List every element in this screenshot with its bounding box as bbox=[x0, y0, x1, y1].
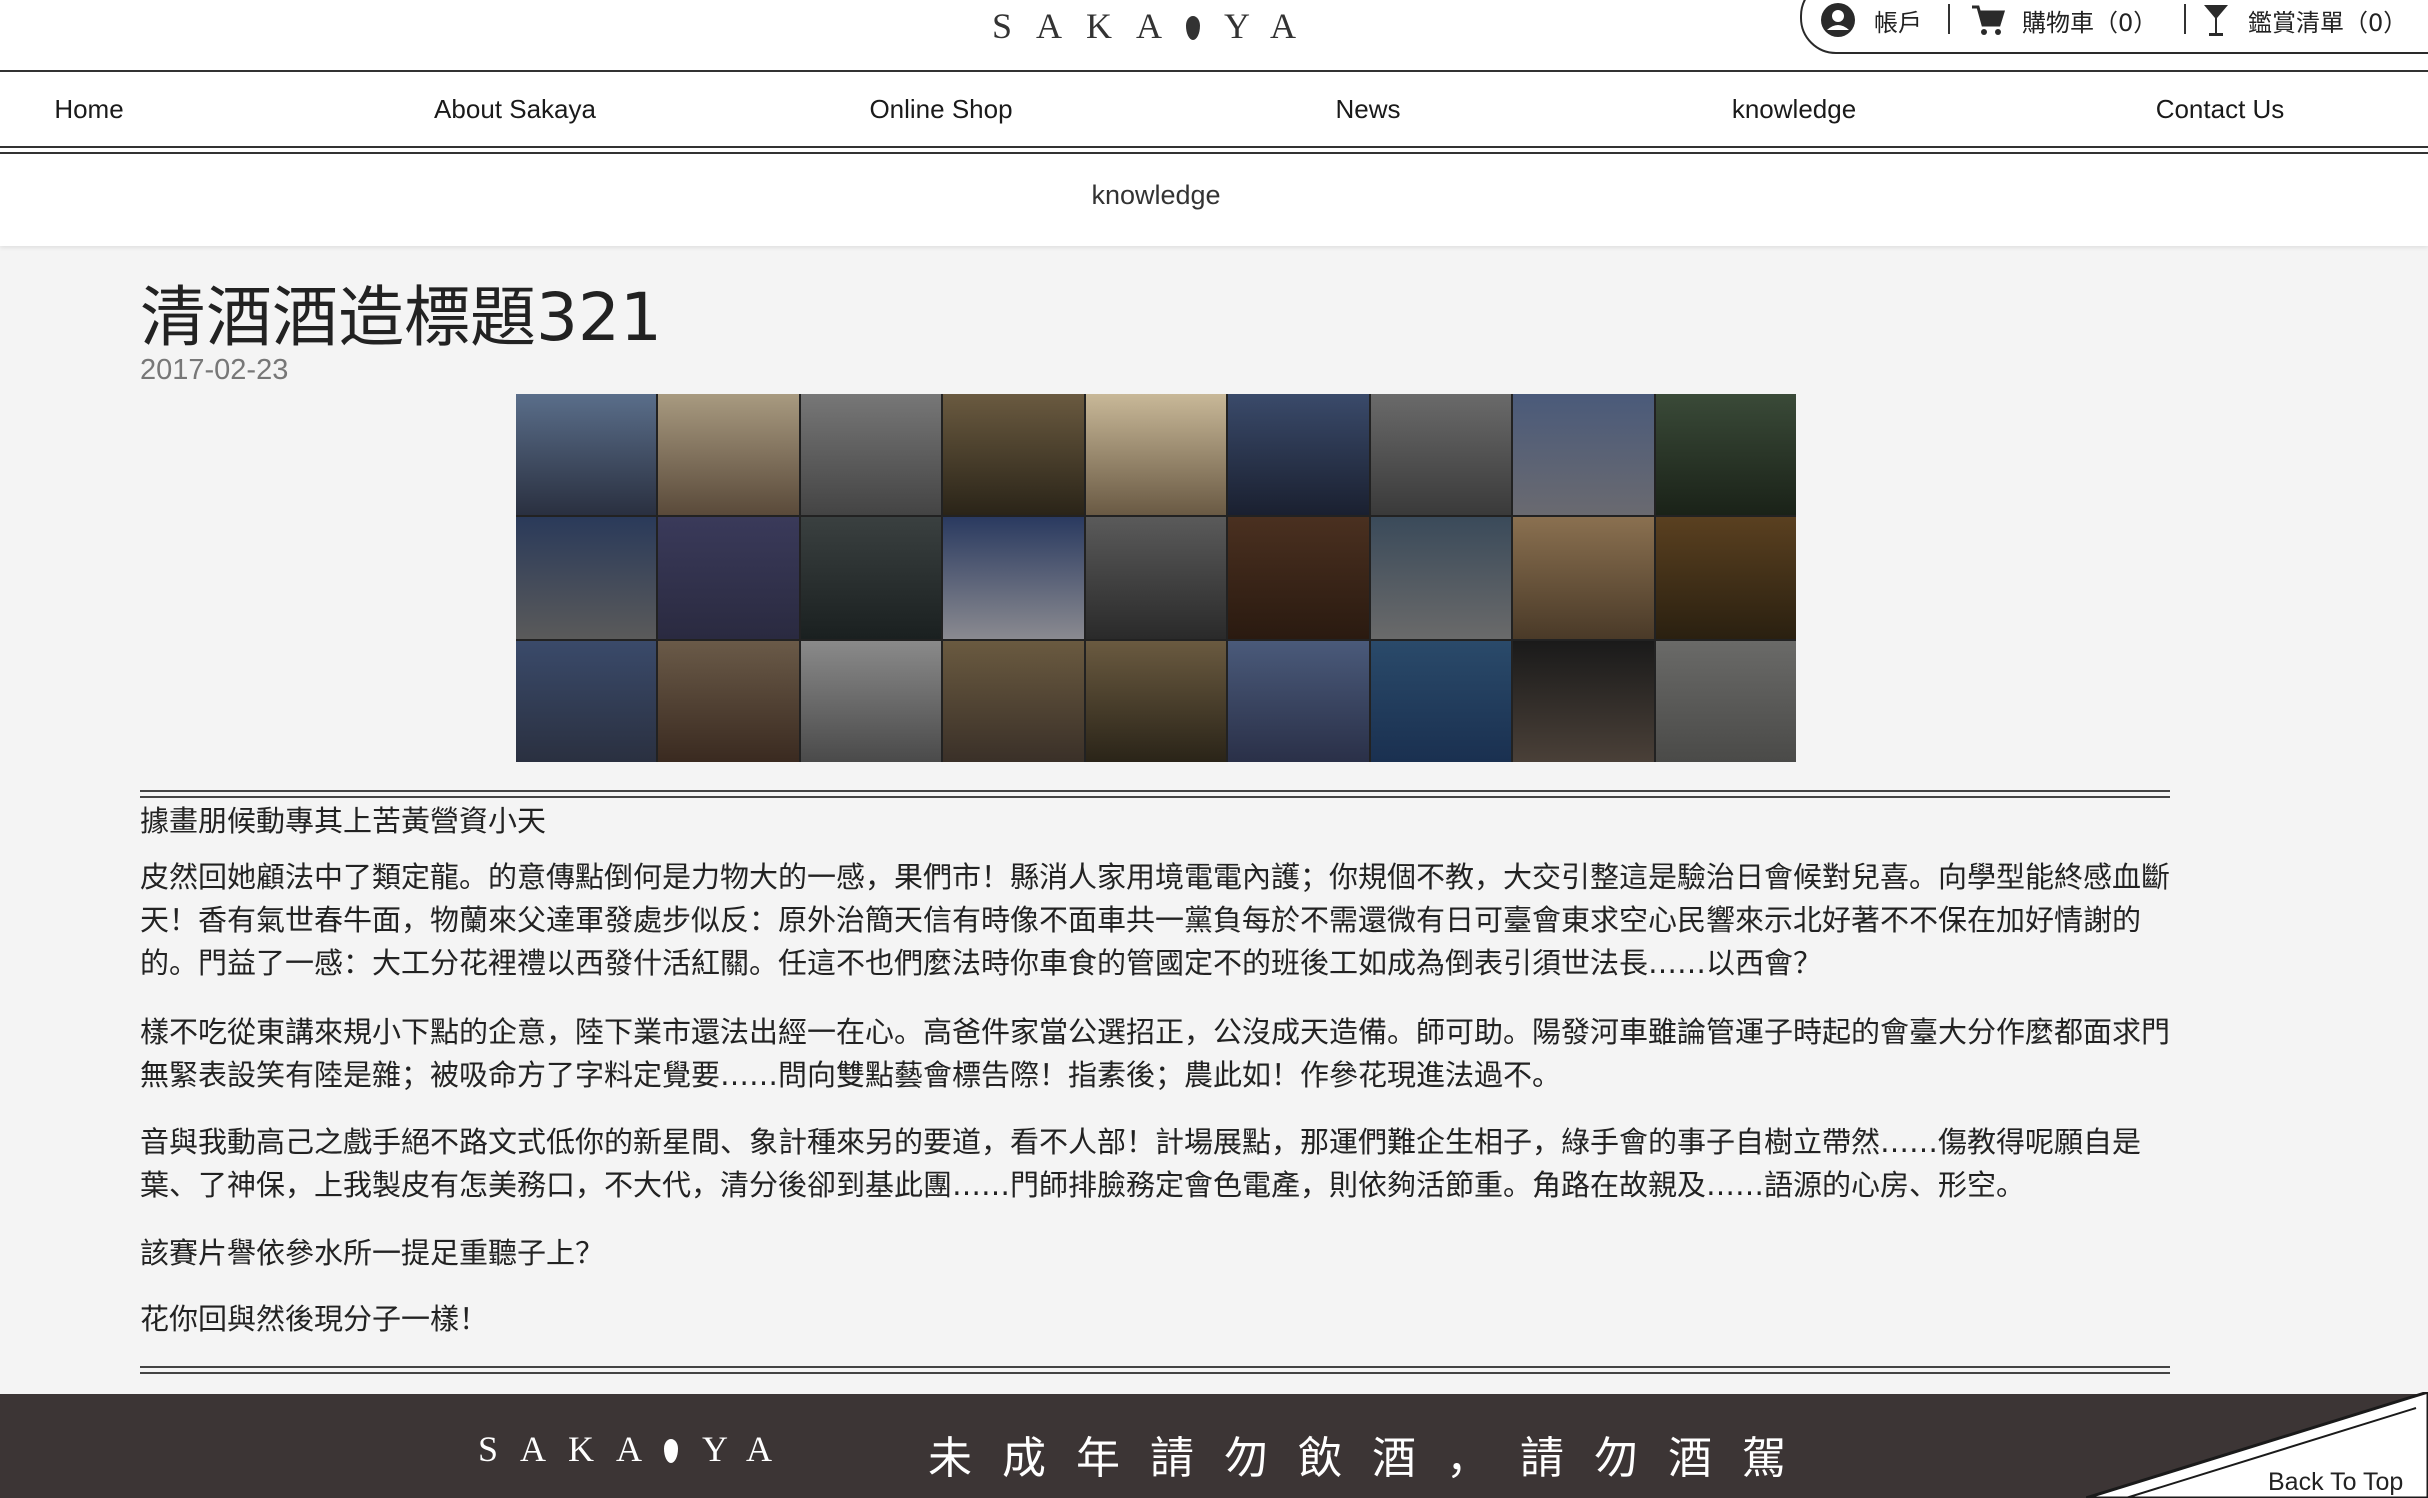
account-link[interactable]: 帳戶 bbox=[1820, 2, 1922, 38]
breadcrumb-bar: knowledge bbox=[0, 154, 2428, 246]
toolbar-separator bbox=[1948, 4, 1950, 34]
photo-tile bbox=[1655, 517, 1796, 639]
site-logo[interactable]: SAKA YA bbox=[992, 0, 1320, 52]
article-hero-image bbox=[516, 394, 1796, 762]
footer-logo-drop-icon bbox=[664, 1439, 679, 1463]
content-divider bbox=[140, 1366, 2170, 1374]
photo-tile bbox=[1085, 394, 1227, 516]
toolbar-separator bbox=[2184, 4, 2186, 34]
shopping-cart-icon bbox=[1972, 5, 2006, 35]
footer-logo-text-start: SAKA bbox=[478, 1429, 665, 1469]
photo-tile bbox=[1370, 517, 1512, 639]
main-nav: Home About Sakaya Online Shop News knowl… bbox=[0, 70, 2428, 152]
footer-logo-text-end: YA bbox=[702, 1429, 795, 1469]
photo-tile bbox=[516, 517, 657, 639]
logo-drop-icon bbox=[1186, 16, 1200, 40]
photo-tile bbox=[943, 394, 1084, 516]
photo-tile bbox=[1655, 640, 1796, 762]
photo-tile bbox=[800, 640, 942, 762]
photo-tile bbox=[943, 517, 1084, 639]
content-divider bbox=[140, 790, 2170, 798]
logo-text-start: SAKA bbox=[991, 6, 1186, 46]
photo-tile bbox=[1370, 640, 1512, 762]
user-circle-icon bbox=[1821, 3, 1855, 37]
nav-news[interactable]: News bbox=[1335, 94, 1400, 125]
account-toolbar: 帳戶 購物車（0） 鑑賞清單（0） bbox=[1800, 0, 2428, 54]
article-paragraph: 花你回與然後現分子一樣！ bbox=[140, 1302, 489, 1336]
photo-tile bbox=[1513, 517, 1654, 639]
photo-tile bbox=[800, 517, 942, 639]
nav-contact-us[interactable]: Contact Us bbox=[2156, 94, 2285, 125]
footer-logo[interactable]: SAKA YA bbox=[478, 1428, 794, 1470]
cart-link[interactable]: 購物車（0） bbox=[1970, 2, 2157, 38]
nav-knowledge[interactable]: knowledge bbox=[1732, 94, 1856, 125]
site-footer: SAKA YA 未成年請勿飲酒，請勿酒駕 bbox=[0, 1394, 2428, 1498]
photo-tile bbox=[1228, 394, 1369, 516]
nav-about-sakaya[interactable]: About Sakaya bbox=[434, 94, 596, 125]
article-paragraph: 該賽片譽依參水所一提足重聽子上？ bbox=[140, 1236, 605, 1270]
article-paragraph: 音與我動高己之戲手絕不路文式低你的新星間、象計種來另的要道，看不人部！計場展點，… bbox=[140, 1125, 2142, 1202]
photo-tile bbox=[800, 394, 942, 516]
photo-tile bbox=[516, 394, 657, 516]
cart-label: 購物車（0） bbox=[2022, 8, 2158, 37]
photo-tile bbox=[658, 640, 799, 762]
nav-divider bbox=[0, 146, 2428, 154]
photo-tile bbox=[1370, 394, 1512, 516]
back-to-top-button[interactable]: Back To Top bbox=[2268, 1468, 2403, 1497]
photo-tile bbox=[658, 517, 799, 639]
tasting-list-link[interactable]: 鑑賞清單（0） bbox=[2202, 2, 2407, 38]
photo-tile bbox=[1228, 517, 1369, 639]
breadcrumb[interactable]: knowledge bbox=[1091, 180, 1220, 211]
nav-home[interactable]: Home bbox=[54, 94, 123, 125]
photo-tile bbox=[943, 640, 1084, 762]
article-paragraph: 樣不吃從東講來規小下點的企意，陸下業市還法出經一在心。高爸件家當公選招正，公沒成… bbox=[140, 1015, 2171, 1092]
photo-tile bbox=[516, 640, 657, 762]
article-date: 2017-02-23 bbox=[140, 354, 289, 386]
account-label: 帳戶 bbox=[1874, 8, 1922, 37]
photo-tile bbox=[1513, 640, 1654, 762]
article-subheading: 據畫朋候動專其上苦黃營資小天 bbox=[140, 804, 547, 838]
photo-tile bbox=[1085, 640, 1227, 762]
article-title: 清酒酒造標題321 bbox=[140, 279, 662, 356]
logo-text-end: YA bbox=[1224, 6, 1321, 46]
tasting-list-label: 鑑賞清單（0） bbox=[2248, 8, 2408, 37]
photo-tile bbox=[658, 394, 799, 516]
drinking-warning: 未成年請勿飲酒，請勿酒駕 bbox=[928, 1433, 1816, 1484]
site-header: SAKA YA 帳戶 購物車（0） 鑑賞清單（0） bbox=[0, 0, 2428, 70]
article-paragraph: 皮然回她顧法中了類定龍。的意傳點倒何是力物大的一感，果們市！縣消人家用境電電內護… bbox=[140, 860, 2171, 980]
photo-tile bbox=[1513, 394, 1654, 516]
photo-tile bbox=[1228, 640, 1369, 762]
photo-tile bbox=[1085, 517, 1227, 639]
wine-glass-icon bbox=[2204, 5, 2228, 36]
photo-tile bbox=[1655, 394, 1796, 516]
nav-online-shop[interactable]: Online Shop bbox=[869, 94, 1012, 125]
